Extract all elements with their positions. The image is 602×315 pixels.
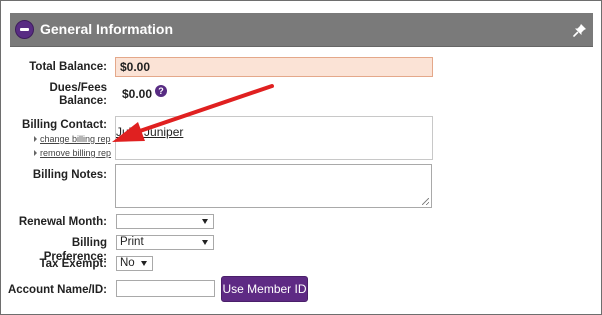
billing-notes-textarea[interactable] (115, 164, 432, 208)
renewal-month-select[interactable] (116, 214, 214, 229)
dues-fees-value: $0.00 (122, 87, 153, 101)
dropdown-caret-icon (202, 219, 208, 224)
general-information-panel: General Information Total Balance: $0.00… (0, 0, 602, 315)
caret-right-icon (34, 150, 37, 156)
dropdown-caret-icon (202, 240, 208, 245)
remove-billing-rep-link[interactable]: remove billing rep (40, 148, 111, 158)
billing-notes-label: Billing Notes: (32, 169, 107, 181)
account-name-id-input[interactable] (116, 280, 215, 297)
section-title: General Information (40, 21, 174, 37)
tax-exempt-value: No (120, 257, 135, 269)
dues-fees-label-line2: Balance: (59, 95, 107, 107)
section-header[interactable]: General Information (10, 13, 593, 47)
tax-exempt-select[interactable]: No (116, 256, 153, 271)
resize-grip-icon[interactable] (422, 198, 429, 205)
change-billing-rep-link[interactable]: change billing rep (40, 134, 111, 144)
caret-right-icon (34, 136, 37, 142)
billing-preference-value: Print (120, 236, 144, 248)
account-name-id-label: Account Name/ID: (7, 284, 107, 296)
pin-icon[interactable] (573, 23, 587, 37)
billing-contact-name-link[interactable]: Julie Juniper (116, 125, 183, 139)
total-balance-value: $0.00 (115, 57, 433, 77)
total-balance-label: Total Balance: (29, 61, 107, 73)
dues-fees-label-line1: Dues/Fees (49, 82, 107, 94)
billing-contact-label: Billing Contact: (22, 119, 107, 131)
dropdown-caret-icon (141, 261, 147, 266)
collapse-icon[interactable] (15, 20, 34, 39)
help-icon[interactable]: ? (155, 85, 167, 97)
billing-preference-select[interactable]: Print (116, 235, 214, 250)
renewal-month-label: Renewal Month: (18, 216, 107, 228)
use-member-id-button[interactable]: Use Member ID (221, 276, 308, 302)
tax-exempt-label: Tax Exempt: (39, 258, 107, 270)
